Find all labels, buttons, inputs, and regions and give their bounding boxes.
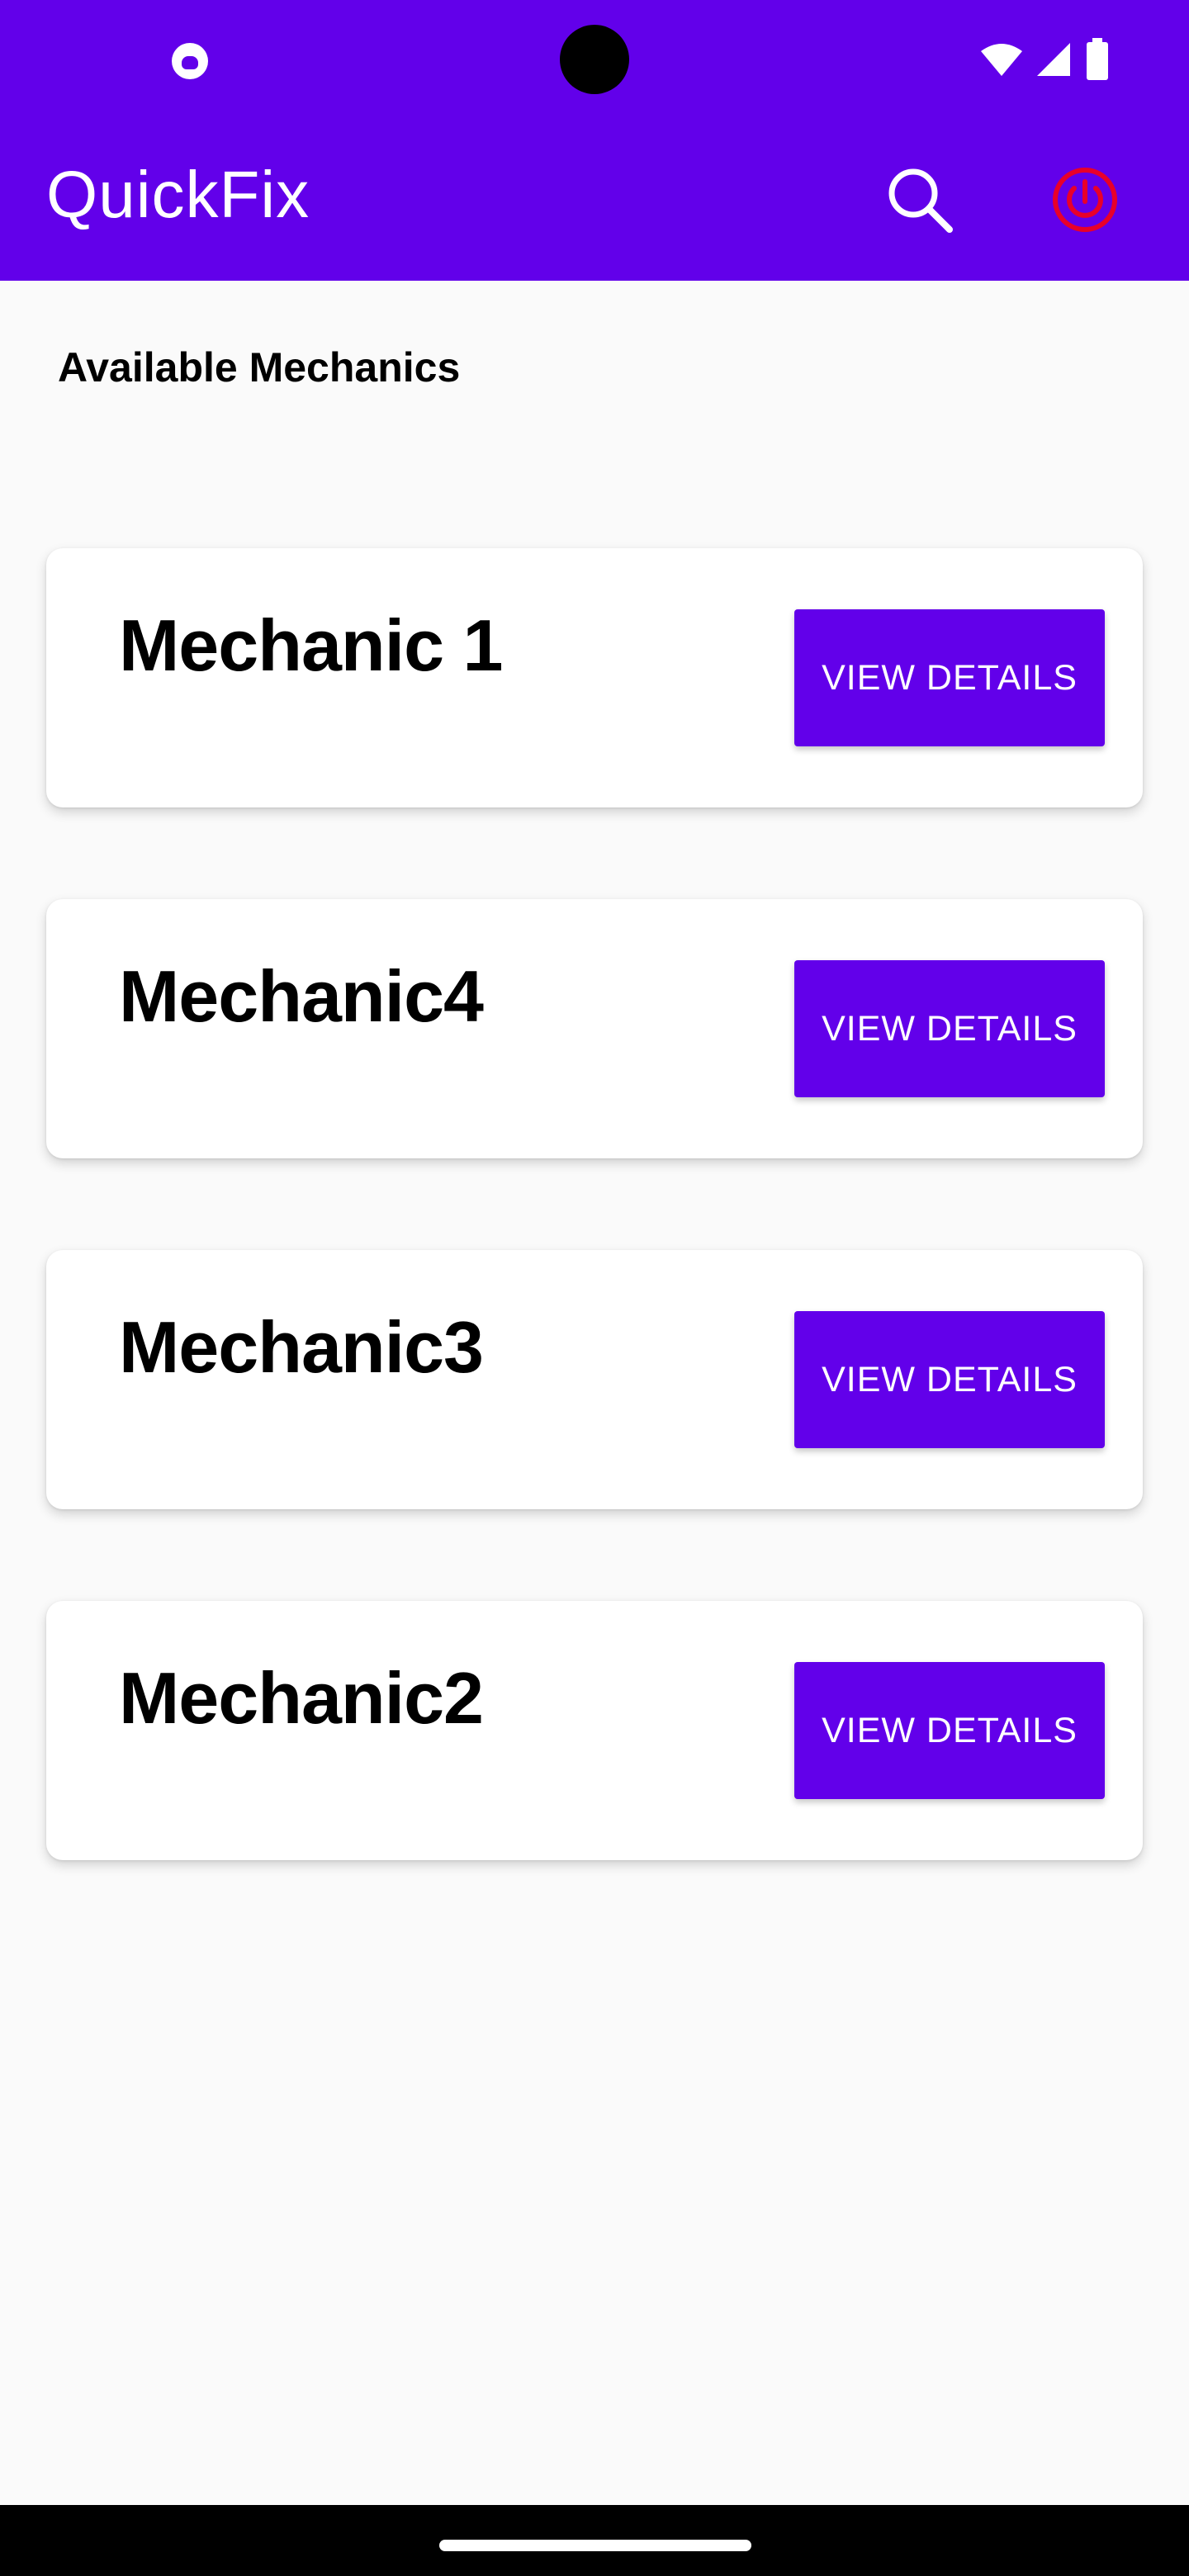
home-gesture-handle[interactable]: [439, 2540, 751, 2551]
status-bar: [0, 0, 1189, 119]
battery-icon: [1087, 38, 1108, 80]
app-title: QuickFix: [46, 158, 310, 231]
navigation-bar: [0, 2505, 1189, 2576]
logout-button[interactable]: [1045, 160, 1125, 239]
app-notification-icon: [172, 43, 208, 79]
signal-icon: [1037, 43, 1070, 76]
mechanic-name: Mechanic2: [119, 1657, 484, 1739]
view-details-button[interactable]: VIEW DETAILS: [794, 1662, 1105, 1799]
view-details-button[interactable]: VIEW DETAILS: [794, 609, 1105, 746]
mechanic-name: Mechanic 1: [119, 604, 503, 686]
mechanic-card: Mechanic 1 VIEW DETAILS: [46, 548, 1143, 807]
mechanic-name: Mechanic3: [119, 1306, 484, 1388]
search-button[interactable]: [880, 160, 959, 239]
power-icon: [1053, 168, 1117, 232]
app-bar: QuickFix: [0, 119, 1189, 281]
mechanic-name: Mechanic4: [119, 955, 484, 1037]
section-title: Available Mechanics: [58, 344, 461, 391]
wifi-icon: [981, 44, 1022, 76]
mechanic-card: Mechanic3 VIEW DETAILS: [46, 1250, 1143, 1509]
mechanic-card: Mechanic2 VIEW DETAILS: [46, 1601, 1143, 1860]
search-icon: [888, 168, 953, 233]
camera-cutout: [560, 25, 629, 94]
mechanic-card: Mechanic4 VIEW DETAILS: [46, 899, 1143, 1158]
view-details-button[interactable]: VIEW DETAILS: [794, 1311, 1105, 1448]
view-details-button[interactable]: VIEW DETAILS: [794, 960, 1105, 1097]
